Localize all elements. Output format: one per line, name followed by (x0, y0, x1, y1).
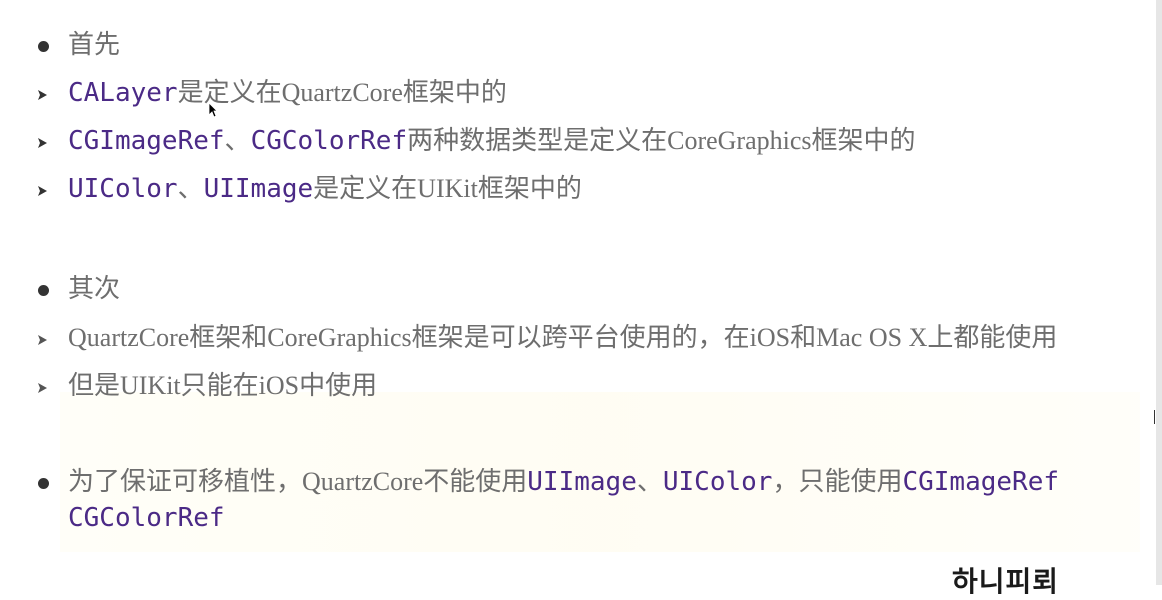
arrow-bullet-icon (36, 381, 50, 395)
item-plain-text: 是定义在QuartzCore框架中的 (177, 78, 507, 107)
list-item: CALayer是定义在QuartzCore框架中的 (0, 76, 1162, 116)
list-item: QuartzCore框架和CoreGraphics框架是可以跨平台使用的，在iO… (0, 321, 1162, 361)
heading-third: 为了保证可移植性，QuartzCore不能使用UIImage、UIColor，只… (68, 465, 1059, 499)
code-term: UIImage (527, 467, 637, 497)
heading-third-cont: CGColorRef (68, 501, 225, 535)
right-edge-bar (1156, 0, 1162, 585)
code-term: UIImage (203, 174, 314, 204)
code-term: CGImageRef (902, 467, 1060, 497)
slide: 首先 CALayer是定义在QuartzCore框架中的 CGImageRef、… (0, 0, 1162, 598)
arrow-bullet-icon (36, 184, 50, 198)
heading-first: 首先 (68, 30, 121, 59)
item-text: 但是UIKit只能在iOS中使用 (68, 371, 378, 400)
code-term: UIColor (68, 174, 178, 204)
bullet-dot-icon (38, 285, 49, 296)
bullet-line-first: 首先 (0, 28, 1162, 68)
arrow-bullet-icon (36, 136, 50, 150)
logo: 하니피뢰 (952, 565, 1060, 598)
item-plain-text: 两种数据类型是定义在CoreGraphics框架中的 (407, 126, 916, 155)
item-text: CALayer是定义在QuartzCore框架中的 (68, 76, 507, 110)
separator-text: 、 (636, 467, 663, 496)
list-item: UIColor、UIImage是定义在UIKit框架中的 (0, 172, 1162, 212)
separator-text: 、 (224, 126, 251, 155)
bullet-line-second: 其次 (0, 272, 1162, 312)
code-term: CALayer (68, 78, 178, 108)
code-term: CGImageRef (68, 126, 225, 156)
item-plain-text: 是定义在UIKit框架中的 (313, 174, 582, 203)
code-term: CGColorRef (250, 126, 408, 156)
bullet-line-third-cont: CGColorRef (0, 501, 1162, 541)
bullet-dot-icon (38, 478, 49, 489)
arrow-bullet-icon (36, 333, 50, 347)
bullet-dot-icon (38, 41, 49, 52)
code-term: CGColorRef (68, 503, 225, 533)
item-text: QuartzCore框架和CoreGraphics框架是可以跨平台使用的，在iO… (68, 323, 1058, 352)
item-text: UIColor、UIImage是定义在UIKit框架中的 (68, 172, 582, 206)
heading-plain-text: ，只能使用 (772, 467, 903, 496)
item-text: CGImageRef、CGColorRef两种数据类型是定义在CoreGraph… (68, 124, 916, 158)
arrow-bullet-icon (36, 88, 50, 102)
heading-second: 其次 (68, 274, 121, 303)
code-term: UIColor (662, 467, 773, 497)
list-item: CGImageRef、CGColorRef两种数据类型是定义在CoreGraph… (0, 124, 1162, 164)
separator-text: 、 (177, 174, 204, 203)
list-item: 但是UIKit只能在iOS中使用 (0, 369, 1162, 409)
heading-plain-text: 为了保证可移植性，QuartzCore不能使用 (68, 467, 528, 496)
mouse-cursor-icon (208, 102, 218, 123)
bullet-line-third: 为了保证可移植性，QuartzCore不能使用UIImage、UIColor，只… (0, 465, 1162, 505)
